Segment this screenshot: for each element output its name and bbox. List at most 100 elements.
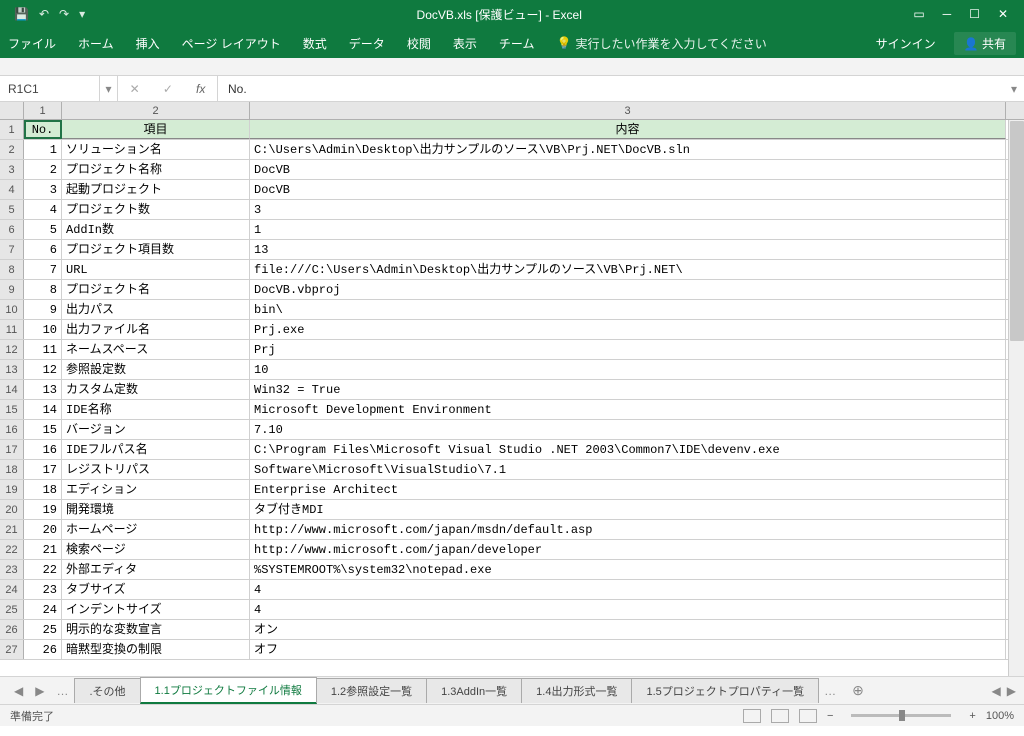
cell-content[interactable]: Software\Microsoft\VisualStudio\7.1: [250, 460, 1006, 479]
cell-item-header[interactable]: 項目: [62, 120, 250, 139]
cell-no[interactable]: 13: [24, 380, 62, 399]
page-break-view-icon[interactable]: [799, 709, 817, 723]
cell-item[interactable]: タブサイズ: [62, 580, 250, 599]
tell-me-search[interactable]: 💡 実行したい作業を入力してください: [556, 35, 766, 52]
cancel-formula-icon[interactable]: ✕: [130, 82, 140, 96]
cell-no-header[interactable]: No.: [24, 120, 62, 139]
cell-item[interactable]: 起動プロジェクト: [62, 180, 250, 199]
hscroll-right-icon[interactable]: ▶: [1007, 684, 1016, 698]
cell-content[interactable]: C:\Program Files\Microsoft Visual Studio…: [250, 440, 1006, 459]
cell-item[interactable]: IDE名称: [62, 400, 250, 419]
row-header[interactable]: 25: [0, 600, 24, 619]
sheet-tab-addin[interactable]: 1.3AddIn一覧: [426, 678, 522, 703]
cell-content[interactable]: http://www.microsoft.com/japan/msdn/defa…: [250, 520, 1006, 539]
cell-item[interactable]: 検索ページ: [62, 540, 250, 559]
cell-no[interactable]: 5: [24, 220, 62, 239]
hscroll-left-icon[interactable]: ◀: [992, 684, 1001, 698]
tab-home[interactable]: ホーム: [78, 35, 114, 52]
cell-item[interactable]: 出力ファイル名: [62, 320, 250, 339]
cell-no[interactable]: 25: [24, 620, 62, 639]
cell-content[interactable]: DocVB: [250, 180, 1006, 199]
cell-content[interactable]: Win32 = True: [250, 380, 1006, 399]
sheet-tab-properties[interactable]: 1.5プロジェクトプロパティ一覧: [631, 678, 819, 703]
row-header[interactable]: 2: [0, 140, 24, 159]
cell-item[interactable]: レジストリパス: [62, 460, 250, 479]
cell-item[interactable]: ソリューション名: [62, 140, 250, 159]
cell-item[interactable]: AddIn数: [62, 220, 250, 239]
col-header-2[interactable]: 2: [62, 102, 250, 119]
ribbon-options-icon[interactable]: ▭: [913, 7, 924, 21]
row-header[interactable]: 1: [0, 120, 24, 139]
cell-no[interactable]: 7: [24, 260, 62, 279]
cell-no[interactable]: 18: [24, 480, 62, 499]
tab-formulas[interactable]: 数式: [303, 35, 327, 52]
cell-content[interactable]: Enterprise Architect: [250, 480, 1006, 499]
scrollbar-thumb[interactable]: [1010, 121, 1024, 341]
cell-no[interactable]: 20: [24, 520, 62, 539]
row-header[interactable]: 13: [0, 360, 24, 379]
sheet-tab-output[interactable]: 1.4出力形式一覧: [521, 678, 632, 703]
cell-item[interactable]: 参照設定数: [62, 360, 250, 379]
row-header[interactable]: 17: [0, 440, 24, 459]
tab-view[interactable]: 表示: [453, 35, 477, 52]
row-header[interactable]: 3: [0, 160, 24, 179]
cell-content[interactable]: Microsoft Development Environment: [250, 400, 1006, 419]
tab-nav-next-icon[interactable]: ▶: [29, 684, 50, 698]
cell-content[interactable]: 13: [250, 240, 1006, 259]
tab-team[interactable]: チーム: [499, 35, 535, 52]
row-header[interactable]: 6: [0, 220, 24, 239]
row-header[interactable]: 21: [0, 520, 24, 539]
cell-content[interactable]: 3: [250, 200, 1006, 219]
cell-no[interactable]: 9: [24, 300, 62, 319]
cell-no[interactable]: 23: [24, 580, 62, 599]
cell-no[interactable]: 6: [24, 240, 62, 259]
cell-content[interactable]: タブ付きMDI: [250, 500, 1006, 519]
normal-view-icon[interactable]: [743, 709, 761, 723]
cell-no[interactable]: 14: [24, 400, 62, 419]
cell-no[interactable]: 4: [24, 200, 62, 219]
row-header[interactable]: 23: [0, 560, 24, 579]
cell-content[interactable]: DocVB: [250, 160, 1006, 179]
page-layout-view-icon[interactable]: [771, 709, 789, 723]
cell-content[interactable]: 4: [250, 580, 1006, 599]
row-header[interactable]: 11: [0, 320, 24, 339]
name-box-dropdown[interactable]: ▾: [100, 76, 118, 101]
cell-item[interactable]: バージョン: [62, 420, 250, 439]
qa-dropdown-icon[interactable]: ▾: [79, 7, 85, 21]
tab-file[interactable]: ファイル: [8, 35, 56, 52]
zoom-thumb[interactable]: [899, 710, 905, 721]
row-header[interactable]: 20: [0, 500, 24, 519]
undo-icon[interactable]: ↶: [39, 7, 49, 21]
tab-nav-prev-icon[interactable]: ◀: [8, 684, 29, 698]
cell-item[interactable]: インデントサイズ: [62, 600, 250, 619]
share-button[interactable]: 👤 共有: [954, 32, 1016, 55]
cell-content[interactable]: オン: [250, 620, 1006, 639]
cell-item[interactable]: IDEフルパス名: [62, 440, 250, 459]
cell-item[interactable]: 明示的な変数宣言: [62, 620, 250, 639]
cell-item[interactable]: プロジェクト名称: [62, 160, 250, 179]
col-header-1[interactable]: 1: [24, 102, 62, 119]
cell-item[interactable]: プロジェクト名: [62, 280, 250, 299]
sheet-tab-project-file-info[interactable]: 1.1プロジェクトファイル情報: [140, 677, 317, 704]
cell-content[interactable]: 4: [250, 600, 1006, 619]
cell-no[interactable]: 16: [24, 440, 62, 459]
cell-content[interactable]: C:\Users\Admin\Desktop\出力サンプルのソース\VB\Prj…: [250, 140, 1006, 159]
cell-no[interactable]: 10: [24, 320, 62, 339]
row-header[interactable]: 26: [0, 620, 24, 639]
row-header[interactable]: 4: [0, 180, 24, 199]
cell-content[interactable]: http://www.microsoft.com/japan/developer: [250, 540, 1006, 559]
row-header[interactable]: 7: [0, 240, 24, 259]
cell-content[interactable]: Prj.exe: [250, 320, 1006, 339]
cell-item[interactable]: 開発環境: [62, 500, 250, 519]
minimize-icon[interactable]: ─: [943, 7, 952, 21]
cell-item[interactable]: カスタム定数: [62, 380, 250, 399]
row-header[interactable]: 19: [0, 480, 24, 499]
redo-icon[interactable]: ↷: [59, 7, 69, 21]
row-header[interactable]: 10: [0, 300, 24, 319]
cell-no[interactable]: 22: [24, 560, 62, 579]
add-sheet-button[interactable]: ⊕: [842, 682, 874, 699]
tab-insert[interactable]: 挿入: [136, 35, 160, 52]
cell-item[interactable]: URL: [62, 260, 250, 279]
formula-input[interactable]: No.: [218, 82, 1004, 96]
tab-review[interactable]: 校閲: [407, 35, 431, 52]
